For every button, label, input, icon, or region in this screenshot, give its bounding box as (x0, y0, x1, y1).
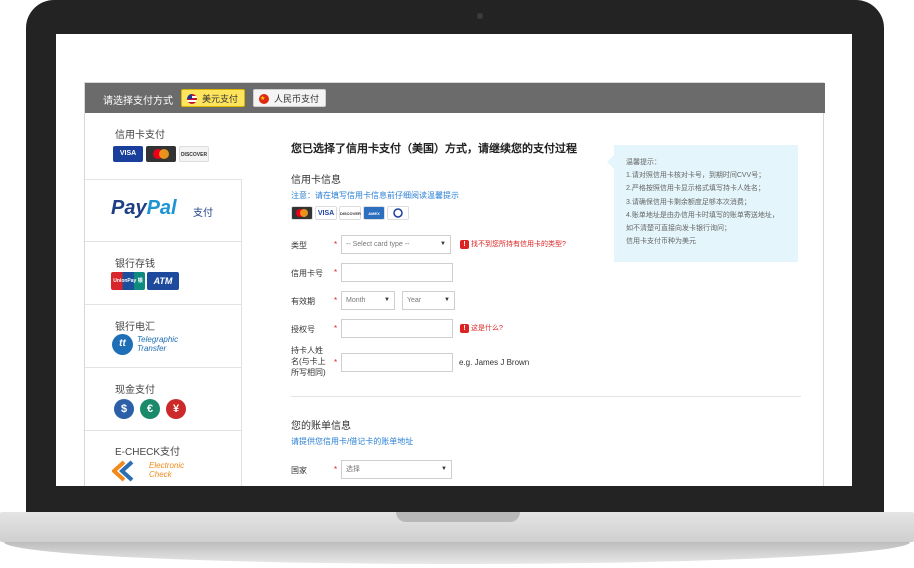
page-title: 您已选择了信用卡支付（美国）方式，请继续您的支付过程 (291, 143, 577, 155)
sidebar-item-label: 银行电汇 (115, 322, 155, 333)
sidebar-item-label: E-CHECK支付 (115, 447, 181, 458)
expiry-year-select[interactable]: Year ▼ (402, 291, 455, 310)
discover-mini-icon: DISCOVER (339, 206, 361, 220)
main-content: 您已选择了信用卡支付（美国）方式，请继续您的支付过程 信用卡信息 注意：请在填写… (243, 113, 825, 486)
sidebar-item-cash[interactable]: 现金支付 $ € ¥ (85, 368, 242, 431)
required-mark: * (334, 358, 338, 367)
tips-title: 温馨提示： (626, 159, 661, 166)
required-mark: * (334, 324, 338, 333)
card-type-label: 类型 (291, 241, 307, 250)
telegraphic-transfer-icon: tt (112, 334, 133, 355)
tips-box: 温馨提示： 1.请对照信用卡核对卡号，到期时间CVV号； 2.严格按照信用卡显示… (607, 145, 798, 262)
dollar-coin-icon: $ (114, 399, 134, 419)
amex-mini-icon: AMEX (363, 206, 385, 220)
sidebar-item-label: 信用卡支付 (115, 130, 165, 141)
cardholder-name-example: e.g. James J Brown (459, 358, 530, 367)
tips-line: 3.请确保信用卡剩余额度足够本次消费； (626, 198, 751, 206)
tips-line: 4.账单地址是由办信用卡时填写的账单寄送地址， (626, 211, 779, 219)
telegraphic-transfer-logo: Telegraphic Transfer (137, 335, 179, 353)
expiry-label: 有效期 (291, 297, 315, 306)
card-type-help-link[interactable]: ! 找不到您所持有信用卡的类型? (460, 240, 566, 250)
card-number-input[interactable] (341, 263, 453, 282)
sidebar-item-paypal[interactable]: PayPal 支付 (85, 179, 242, 242)
euro-coin-icon: € (140, 399, 160, 419)
mastercard-mini-icon (291, 206, 313, 220)
card-number-label: 信用卡号 (291, 269, 323, 278)
country-select[interactable]: 选择 ▼ (341, 460, 452, 479)
required-mark: * (334, 465, 338, 474)
china-flag-icon (259, 90, 269, 108)
visa-icon: VISA (113, 146, 143, 162)
visa-mini-icon: VISA (315, 206, 337, 220)
laptop-base (0, 512, 914, 568)
payment-sidebar: 信用卡支付 VISA DISCOVER PayPal 支付 银行存钱 Union… (85, 113, 242, 486)
diners-mini-icon (387, 206, 409, 220)
tips-line: 1.请对照信用卡核对卡号，到期时间CVV号； (626, 172, 766, 180)
billing-info-title: 您的账单信息 (291, 421, 351, 432)
paypal-logo: PayPal (111, 197, 177, 219)
sidebar-item-label: 银行存钱 (115, 259, 155, 270)
us-flag-icon (187, 94, 197, 104)
sidebar-item-echeck[interactable]: E-CHECK支付 Electronic Check (85, 431, 242, 486)
cny-payment-label: 人民币支付 (274, 94, 320, 104)
electronic-check-logo: Electronic Check (149, 461, 185, 479)
auth-number-help-link[interactable]: ! 这是什么? (460, 324, 503, 334)
country-label: 国家 (291, 466, 307, 475)
unionpay-icon: UnionPay 银联 (111, 272, 145, 302)
expiry-month-select[interactable]: Month ▼ (341, 291, 395, 310)
required-mark: * (334, 268, 338, 277)
required-mark: * (334, 296, 338, 305)
camera-icon (477, 13, 483, 19)
card-type-select[interactable]: -- Select card type -- ▼ (341, 235, 451, 254)
section-divider (291, 396, 801, 397)
paypal-tag: 支付 (193, 208, 213, 219)
discover-icon: DISCOVER (179, 146, 209, 162)
auth-number-input[interactable] (341, 319, 453, 338)
auth-number-label: 授权号 (291, 325, 315, 334)
required-mark: * (334, 240, 338, 249)
tips-line: 如不清楚可直接向发卡银行询问； (626, 225, 731, 233)
tips-line: 信用卡支付币种为美元 (626, 238, 696, 246)
sidebar-item-credit-card[interactable]: 信用卡支付 VISA DISCOVER (85, 113, 242, 179)
chevron-down-icon: ▼ (444, 297, 450, 303)
chevron-down-icon: ▼ (384, 297, 390, 303)
payment-method-bar: 请选择支付方式 美元支付 人民币支付 (85, 83, 825, 113)
chevron-down-icon: ▼ (440, 241, 446, 247)
chevron-down-icon: ▼ (441, 466, 447, 472)
sidebar-item-wire-transfer[interactable]: 银行电汇 tt Telegraphic Transfer (85, 305, 242, 368)
usd-payment-button[interactable]: 美元支付 (181, 89, 246, 107)
card-info-title: 信用卡信息 (291, 175, 341, 186)
tips-line: 2.严格按照信用卡显示格式填写持卡人姓名； (626, 185, 765, 193)
usd-payment-label: 美元支付 (202, 94, 239, 104)
sidebar-item-bank-deposit[interactable]: 银行存钱 UnionPay 银联 ATM (85, 242, 242, 305)
card-info-notice-link[interactable]: 注意：请在填写信用卡信息前仔细阅读温馨提示 (291, 190, 459, 201)
laptop-screen: 请选择支付方式 美元支付 人民币支付 信用卡支付 VISA DISCOVER P… (56, 34, 852, 486)
payment-panel: 请选择支付方式 美元支付 人民币支付 信用卡支付 VISA DISCOVER P… (84, 82, 825, 486)
alert-icon: ! (460, 240, 469, 249)
alert-icon: ! (460, 324, 469, 333)
yen-coin-icon: ¥ (166, 399, 186, 419)
cardholder-name-input[interactable] (341, 353, 453, 372)
electronic-check-icon (111, 460, 144, 486)
payment-method-prompt: 请选择支付方式 (103, 96, 173, 107)
mastercard-icon (146, 146, 176, 162)
sidebar-item-label: 现金支付 (115, 385, 155, 396)
cny-payment-button[interactable]: 人民币支付 (253, 89, 327, 108)
atm-icon: ATM (147, 272, 179, 290)
billing-info-notice: 请提供您信用卡/借记卡的账单地址 (291, 437, 414, 446)
cardholder-name-label: 持卡人姓 名(与卡上 所写相同) (291, 346, 326, 377)
